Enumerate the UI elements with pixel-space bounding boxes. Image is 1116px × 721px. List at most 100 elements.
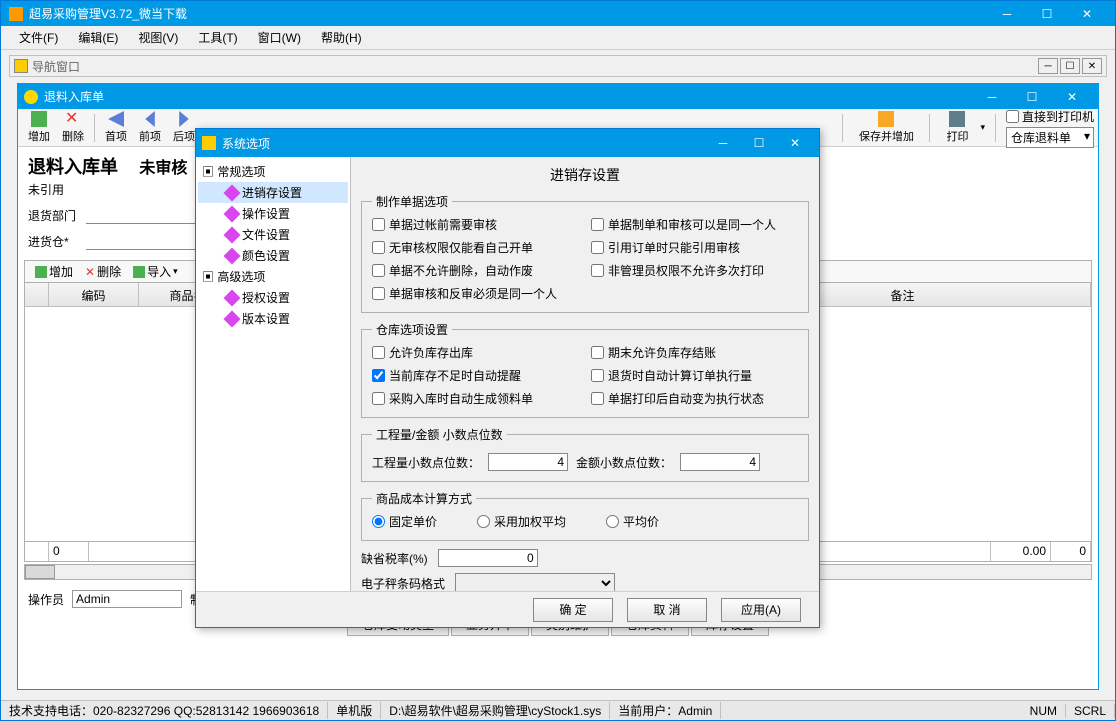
- grid-add-button[interactable]: 增加: [29, 263, 79, 280]
- barcode-label: 电子秤条码格式: [361, 575, 445, 592]
- cancel-button[interactable]: 取 消: [627, 598, 707, 622]
- return-min-button[interactable]: ─: [972, 84, 1012, 109]
- dialog-titlebar: 系统选项 ─ ☐ ✕: [196, 129, 819, 157]
- statusbar: 技术支持电话：020-82327296 QQ:52813142 19669036…: [1, 700, 1115, 720]
- chk-neg-close[interactable]: 期末允许负库存结账: [591, 344, 798, 361]
- summary-count2: 0: [1051, 542, 1091, 561]
- tree-item-file[interactable]: 文件设置: [198, 224, 348, 245]
- amt-decimal-label: 金额小数点位数：: [576, 454, 672, 471]
- tb-prev-button[interactable]: 前项: [134, 110, 166, 146]
- tree-item-color[interactable]: 颜色设置: [198, 245, 348, 266]
- chk-reaudit-same[interactable]: 单据审核和反审必须是同一个人: [372, 285, 579, 302]
- tb-save-add-button[interactable]: 保存并增加: [854, 110, 918, 146]
- operator-input[interactable]: [72, 590, 182, 608]
- barcode-combo[interactable]: [455, 573, 615, 591]
- chk-no-delete[interactable]: 单据不允许删除，自动作废: [372, 262, 579, 279]
- ok-button[interactable]: 确 定: [533, 598, 613, 622]
- tb-delete-button[interactable]: ✕删除: [57, 110, 89, 146]
- tax-input[interactable]: [438, 549, 538, 567]
- tb-print-button[interactable]: 打印: [941, 110, 973, 146]
- status-version: 单机版: [328, 702, 381, 719]
- chk-neg-out[interactable]: 允许负库存出库: [372, 344, 579, 361]
- chk-same-person[interactable]: 单据制单和审核可以是同一个人: [591, 216, 798, 233]
- nav-min-button[interactable]: ─: [1038, 58, 1058, 74]
- grid-import-button[interactable]: 导入▾: [127, 263, 184, 280]
- main-window-controls: ─ ☐ ✕: [987, 1, 1107, 26]
- menu-file[interactable]: 文件(F): [9, 27, 68, 48]
- radio-average[interactable]: 平均价: [606, 513, 659, 530]
- chk-gen-picklist[interactable]: 采购入库时自动生成领料单: [372, 390, 579, 407]
- close-button[interactable]: ✕: [1067, 1, 1107, 26]
- maximize-button[interactable]: ☐: [1027, 1, 1067, 26]
- dialog-close-button[interactable]: ✕: [777, 136, 813, 150]
- status-num: NUM: [1022, 704, 1066, 718]
- fieldset-doc-options: 制作单据选项 单据过帐前需要审核 单据制单和审核可以是同一个人 无审核权限仅能看…: [361, 193, 809, 313]
- nav-icon: [14, 59, 28, 73]
- return-close-button[interactable]: ✕: [1052, 84, 1092, 109]
- apply-button[interactable]: 应用(A): [721, 598, 801, 622]
- panel-title: 进销存设置: [361, 161, 809, 193]
- menu-help[interactable]: 帮助(H): [311, 27, 372, 48]
- chk-print-exec[interactable]: 单据打印后自动变为执行状态: [591, 390, 798, 407]
- nav-max-button[interactable]: ☐: [1060, 58, 1080, 74]
- dialog-title: 系统选项: [222, 135, 705, 152]
- chk-no-audit-own[interactable]: 无审核权限仅能看自己开单: [372, 239, 579, 256]
- status-tech: 技术支持电话：020-82327296 QQ:52813142 19669036…: [1, 702, 328, 719]
- tree-item-operation[interactable]: 操作设置: [198, 203, 348, 224]
- radio-fixed[interactable]: 固定单价: [372, 513, 437, 530]
- minimize-button[interactable]: ─: [987, 1, 1027, 26]
- direct-printer-checkbox[interactable]: 直接到打印机: [1006, 108, 1094, 125]
- tree-group-general[interactable]: ▣ 常规选项: [198, 161, 348, 182]
- nav-close-button[interactable]: ✕: [1082, 58, 1102, 74]
- legend-doc: 制作单据选项: [372, 193, 452, 210]
- return-icon: [24, 90, 38, 104]
- doc-title: 退料入库单: [28, 153, 118, 179]
- tree-item-version[interactable]: 版本设置: [198, 308, 348, 329]
- return-max-button[interactable]: ☐: [1012, 84, 1052, 109]
- menu-edit[interactable]: 编辑(E): [68, 27, 128, 48]
- chk-return-exec[interactable]: 退货时自动计算订单执行量: [591, 367, 798, 384]
- qty-decimal-input[interactable]: [488, 453, 568, 471]
- main-title: 超易采购管理V3.72_微当下载: [29, 5, 987, 22]
- chk-multi-print[interactable]: 非管理员权限不允许多次打印: [591, 262, 798, 279]
- tax-label: 缺省税率(%): [361, 550, 428, 567]
- col-code[interactable]: 编码: [49, 283, 139, 306]
- in-store-input[interactable]: [86, 232, 206, 250]
- chk-need-audit[interactable]: 单据过帐前需要审核: [372, 216, 579, 233]
- grid-del-button[interactable]: ✕删除: [79, 263, 127, 280]
- qty-decimal-label: 工程量小数点位数：: [372, 454, 480, 471]
- dialog-icon: [202, 136, 216, 150]
- return-title: 退料入库单: [44, 88, 972, 105]
- menubar: 文件(F) 编辑(E) 视图(V) 工具(T) 窗口(W) 帮助(H): [1, 26, 1115, 50]
- tb-first-button[interactable]: 首项: [100, 110, 132, 146]
- print-template-combo[interactable]: 仓库退料单: [1006, 127, 1094, 148]
- chk-order-audit-only[interactable]: 引用订单时只能引用审核: [591, 239, 798, 256]
- status-scrl: SCRL: [1066, 704, 1115, 718]
- system-options-dialog: 系统选项 ─ ☐ ✕ ▣ 常规选项 进销存设置 操作设置 文件设置 颜色设置 ▣…: [195, 128, 820, 628]
- operator-label: 操作员: [28, 591, 64, 608]
- legend-decimal: 工程量/金额 小数点位数: [372, 426, 507, 443]
- tree-item-stock[interactable]: 进销存设置: [198, 182, 348, 203]
- dialog-max-button[interactable]: ☐: [741, 136, 777, 150]
- tree-group-advanced[interactable]: ▣ 高级选项: [198, 266, 348, 287]
- summary-amount: 0.00: [991, 542, 1051, 561]
- amt-decimal-input[interactable]: [680, 453, 760, 471]
- nav-title: 导航窗口: [32, 58, 1038, 75]
- dialog-buttons: 确 定 取 消 应用(A): [196, 591, 819, 627]
- chk-low-stock-alert[interactable]: 当前库存不足时自动提醒: [372, 367, 579, 384]
- status-user: 当前用户：Admin: [610, 702, 721, 719]
- return-dept-input[interactable]: [86, 206, 206, 224]
- menu-view[interactable]: 视图(V): [128, 27, 188, 48]
- tree-item-auth[interactable]: 授权设置: [198, 287, 348, 308]
- status-path: D:\超易软件\超易采购管理\cyStock1.sys: [381, 702, 610, 719]
- menu-window[interactable]: 窗口(W): [248, 27, 311, 48]
- tb-add-button[interactable]: 增加: [23, 110, 55, 146]
- summary-left-count: 0: [49, 542, 89, 561]
- dialog-min-button[interactable]: ─: [705, 136, 741, 150]
- main-titlebar: 超易采购管理V3.72_微当下载 ─ ☐ ✕: [1, 1, 1115, 26]
- return-titlebar: 退料入库单 ─ ☐ ✕: [18, 84, 1098, 109]
- in-store-label: 进货仓*: [28, 233, 80, 250]
- doc-status: 未审核: [139, 160, 187, 177]
- radio-weighted[interactable]: 采用加权平均: [477, 513, 566, 530]
- menu-tools[interactable]: 工具(T): [188, 27, 247, 48]
